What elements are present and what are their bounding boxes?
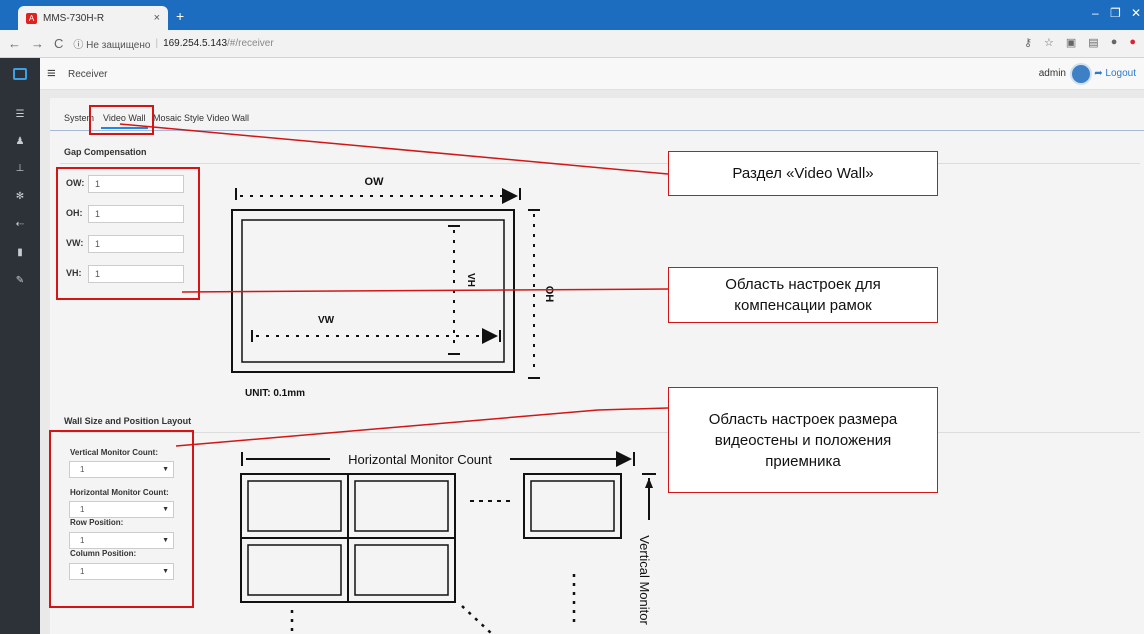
callout-wall-area: Область настроек размера видеостены и по… — [668, 387, 938, 493]
callout-video-wall-section: Раздел «Video Wall» — [668, 151, 938, 196]
annotation-layer — [49, 105, 669, 608]
callout-gap-area: Область настроек для компенсации рамок — [668, 267, 938, 323]
